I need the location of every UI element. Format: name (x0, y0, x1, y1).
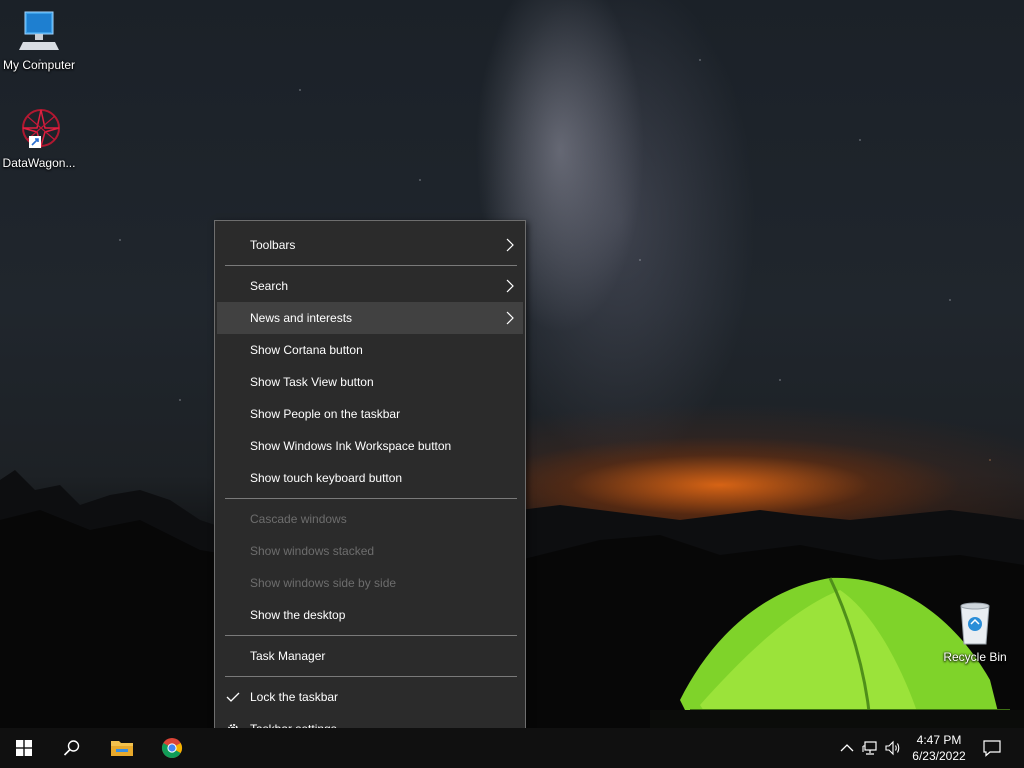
menu-item-show-windows-stacked: Show windows stacked (217, 535, 523, 567)
menu-separator (225, 498, 517, 499)
menu-item-news-and-interests[interactable]: News and interests (217, 302, 523, 334)
desktop: My Computer DataWagon... Recycle Bin Too… (0, 0, 1024, 768)
menu-separator (225, 635, 517, 636)
menu-item-label: Show the desktop (250, 608, 346, 622)
menu-item-task-manager[interactable]: Task Manager (217, 640, 523, 672)
menu-item-label: Cascade windows (250, 512, 347, 526)
menu-item-show-windows-ink[interactable]: Show Windows Ink Workspace button (217, 430, 523, 462)
menu-item-label: Show Cortana button (250, 343, 363, 357)
chevron-up-icon[interactable] (839, 740, 855, 756)
chevron-right-icon (506, 311, 514, 325)
clock-time: 4:47 PM (916, 733, 962, 747)
clock-date: 6/23/2022 (912, 749, 966, 763)
menu-item-label: Toolbars (250, 238, 296, 252)
action-center-icon[interactable] (983, 739, 1001, 757)
menu-item-label: Show windows stacked (250, 544, 375, 558)
taskbar-clock[interactable]: 4:47 PM 6/23/2022 (905, 732, 973, 764)
menu-item-toolbars[interactable]: Toolbars (217, 229, 523, 261)
desktop-icon-label: My Computer (2, 58, 76, 72)
menu-item-show-task-view-button[interactable]: Show Task View button (217, 366, 523, 398)
chevron-right-icon (506, 238, 514, 252)
menu-item-cascade-windows: Cascade windows (217, 503, 523, 535)
desktop-icon-my-computer[interactable]: My Computer (0, 8, 78, 72)
menu-item-show-windows-side-by-side: Show windows side by side (217, 567, 523, 599)
recycle-bin-icon (960, 602, 990, 645)
search-icon (63, 740, 80, 756)
start-button[interactable] (0, 728, 48, 768)
menu-item-search[interactable]: Search (217, 270, 523, 302)
checkmark-icon (226, 692, 240, 702)
taskbar-chrome[interactable] (148, 728, 196, 768)
menu-item-label: Search (250, 279, 289, 293)
menu-item-label: Lock the taskbar (250, 690, 339, 704)
folder-icon (111, 741, 133, 756)
menu-item-show-people[interactable]: Show People on the taskbar (217, 398, 523, 430)
menu-item-lock-the-taskbar[interactable]: Lock the taskbar (217, 681, 523, 713)
datawagon-logo-icon (22, 109, 60, 149)
menu-item-label: Show Windows Ink Workspace button (250, 439, 452, 453)
desktop-icon-datawagon[interactable]: DataWagon... (0, 106, 78, 170)
menu-item-show-the-desktop[interactable]: Show the desktop (217, 599, 523, 631)
taskbar: 4:47 PM 6/23/2022 (0, 728, 1024, 768)
chevron-right-icon (506, 279, 514, 293)
menu-separator (225, 265, 517, 266)
computer-icon (19, 11, 59, 50)
desktop-icon-label: Recycle Bin (943, 650, 1007, 664)
chrome-icon (162, 738, 182, 758)
menu-item-label: Show windows side by side (250, 576, 397, 590)
menu-item-label: News and interests (250, 311, 353, 325)
taskbar-file-explorer[interactable] (98, 728, 146, 768)
windows-logo-icon (16, 740, 32, 756)
desktop-icon-label: DataWagon... (2, 156, 76, 170)
volume-icon[interactable] (885, 740, 901, 756)
menu-item-label: Show Task View button (250, 375, 374, 389)
search-button[interactable] (48, 728, 96, 768)
menu-item-show-cortana-button[interactable]: Show Cortana button (217, 334, 523, 366)
taskbar-context-menu: Toolbars Search News and interests Show … (214, 220, 526, 753)
menu-item-label: Show touch keyboard button (250, 471, 403, 485)
network-icon[interactable] (862, 740, 878, 756)
menu-item-label: Task Manager (250, 649, 326, 663)
menu-item-show-touch-keyboard[interactable]: Show touch keyboard button (217, 462, 523, 494)
menu-separator (225, 676, 517, 677)
desktop-icon-recycle-bin[interactable]: Recycle Bin (936, 600, 1014, 664)
menu-item-label: Show People on the taskbar (250, 407, 401, 421)
